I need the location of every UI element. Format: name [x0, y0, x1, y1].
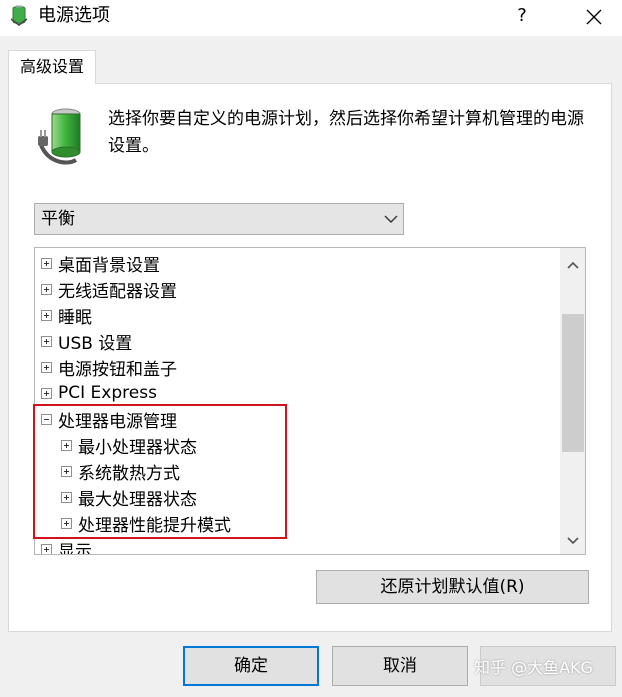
expand-plus-icon[interactable] — [61, 517, 72, 529]
power-options-icon — [10, 5, 28, 26]
tree-item-label: 睡眠 — [58, 307, 92, 328]
expand-plus-icon[interactable] — [61, 439, 72, 451]
expand-plus-icon[interactable] — [41, 309, 52, 321]
tree-item-usb-settings[interactable]: USB 设置 — [41, 328, 132, 354]
window-title: 电源选项 — [38, 5, 110, 26]
title-bar: 电源选项 ? — [0, 0, 622, 36]
vertical-scrollbar[interactable] — [560, 248, 585, 554]
expand-plus-icon[interactable] — [41, 543, 52, 554]
expand-plus-icon[interactable] — [61, 491, 72, 503]
tree-item-label: 最小处理器状态 — [78, 437, 197, 458]
scroll-up-button[interactable] — [560, 252, 585, 278]
tree-item-processor-boost-mode[interactable]: 处理器性能提升模式 — [61, 510, 231, 536]
help-button[interactable]: ? — [500, 0, 544, 32]
scroll-thumb[interactable] — [562, 314, 584, 452]
tree-item-label: 无线适配器设置 — [58, 281, 177, 302]
tree-item-wireless-adapter[interactable]: 无线适配器设置 — [41, 276, 177, 302]
chevron-up-icon — [567, 261, 579, 269]
ok-button[interactable]: 确定 — [183, 646, 319, 686]
tree-item-sleep[interactable]: 睡眠 — [41, 302, 92, 328]
chevron-down-icon — [384, 215, 398, 223]
tree-item-system-cooling-policy[interactable]: 系统散热方式 — [61, 458, 180, 484]
expand-plus-icon[interactable] — [41, 387, 52, 399]
tree-item-pci-express[interactable]: PCI Express — [41, 380, 157, 406]
power-plan-dropdown[interactable]: 平衡 — [34, 203, 404, 235]
watermark: 知乎 @大鱼AKG — [474, 658, 593, 677]
tree-item-label: 处理器性能提升模式 — [78, 515, 231, 536]
restore-defaults-button[interactable]: 还原计划默认值(R) — [316, 570, 589, 604]
close-icon — [586, 9, 602, 24]
tree-item-processor-power-management[interactable]: 处理器电源管理 — [41, 406, 177, 432]
collapse-minus-icon[interactable] — [41, 413, 52, 425]
tree-item-label: 显示 — [58, 541, 92, 555]
chevron-down-icon — [567, 537, 579, 545]
scroll-down-button[interactable] — [560, 528, 585, 554]
tree-item-power-buttons-lid[interactable]: 电源按钮和盖子 — [41, 354, 177, 380]
tree-item-desktop-background[interactable]: 桌面背景设置 — [41, 250, 160, 276]
close-button[interactable] — [566, 0, 622, 32]
tree-item-label: USB 设置 — [58, 333, 133, 354]
expand-plus-icon[interactable] — [41, 361, 52, 373]
tree-item-display[interactable]: 显示 — [41, 536, 92, 555]
tree-item-min-processor-state[interactable]: 最小处理器状态 — [61, 432, 197, 458]
description-text: 选择你要自定义的电源计划，然后选择你希望计算机管理的电源设置。 — [108, 109, 584, 156]
expand-plus-icon[interactable] — [41, 283, 52, 295]
expand-plus-icon[interactable] — [41, 257, 52, 269]
power-plan-value: 平衡 — [41, 209, 75, 229]
tree-item-label: 系统散热方式 — [78, 463, 180, 484]
battery-plug-icon — [38, 108, 81, 165]
tree-item-label: PCI Express — [58, 383, 157, 403]
tree-item-label: 桌面背景设置 — [58, 255, 160, 276]
expand-plus-icon[interactable] — [61, 465, 72, 477]
tree-item-label: 最大处理器状态 — [78, 489, 197, 510]
tree-item-label: 电源按钮和盖子 — [58, 359, 177, 380]
tab-advanced-settings[interactable]: 高级设置 — [8, 50, 96, 84]
tree-item-max-processor-state[interactable]: 最大处理器状态 — [61, 484, 197, 510]
cancel-button[interactable]: 取消 — [332, 646, 468, 686]
tree-item-label: 处理器电源管理 — [58, 411, 177, 432]
expand-plus-icon[interactable] — [41, 335, 52, 347]
settings-tree[interactable]: 桌面背景设置 无线适配器设置 睡眠 USB 设置 电源按钮和盖子 PCI Exp… — [34, 247, 586, 555]
